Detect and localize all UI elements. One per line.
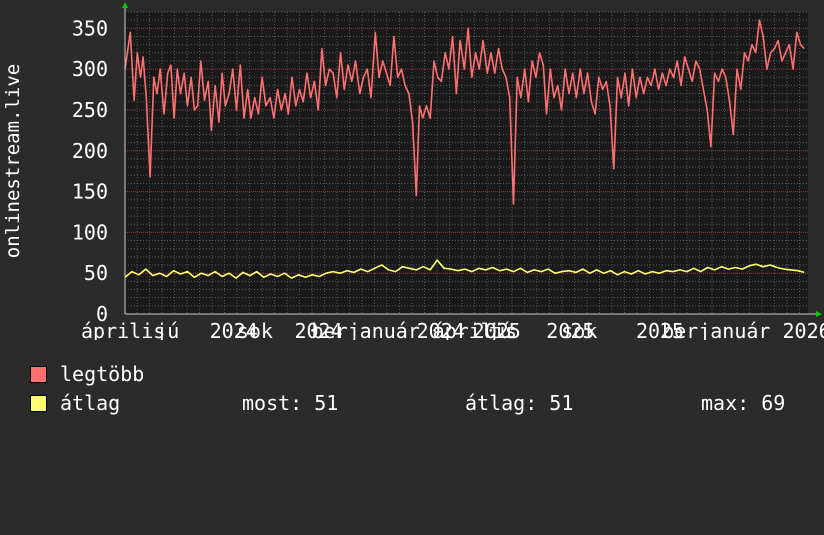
stat-now: most: 51 <box>242 391 339 415</box>
x-tick-label: sok <box>237 319 273 340</box>
y-tick-label: 150 <box>72 180 108 204</box>
y-tick-label: 50 <box>84 261 108 285</box>
legend-label-max: legtöbb <box>60 362 145 386</box>
x-tick-label: jú <box>488 319 512 340</box>
legend-swatch-avg <box>30 395 47 412</box>
y-axis-label: onlinestream.live <box>2 64 24 258</box>
legend-row-avg: átlag most: 51 átlag: 51 max: 69 <box>30 391 810 535</box>
line-chart: 050100150200250300350onlinestream.liveáp… <box>2 2 824 343</box>
y-tick-label: 300 <box>72 57 108 81</box>
x-tick-label: berjanuár 2026 <box>662 319 824 340</box>
x-axis-arrow <box>816 311 822 317</box>
stat-max: max: 69 <box>701 391 786 415</box>
chart-area: 0 50 100 150 200 250 300 350 onlinestream.live áp… <box>0 0 824 343</box>
legend-swatch-max <box>30 366 47 383</box>
legend-label-avg: átlag <box>60 391 121 415</box>
y-axis-arrow <box>122 2 128 8</box>
y-tick-label: 100 <box>72 220 108 244</box>
x-tick-label: jú <box>155 319 179 340</box>
x-tick-label: sok <box>561 319 597 340</box>
stat-avg: átlag: 51 <box>465 391 574 415</box>
x-tick-label: április <box>81 319 165 340</box>
y-tick-label: 200 <box>72 139 108 163</box>
x-tick-label: berjanuár <box>312 319 420 340</box>
y-tick-label: 250 <box>72 98 108 122</box>
y-tick-label: 350 <box>72 16 108 40</box>
